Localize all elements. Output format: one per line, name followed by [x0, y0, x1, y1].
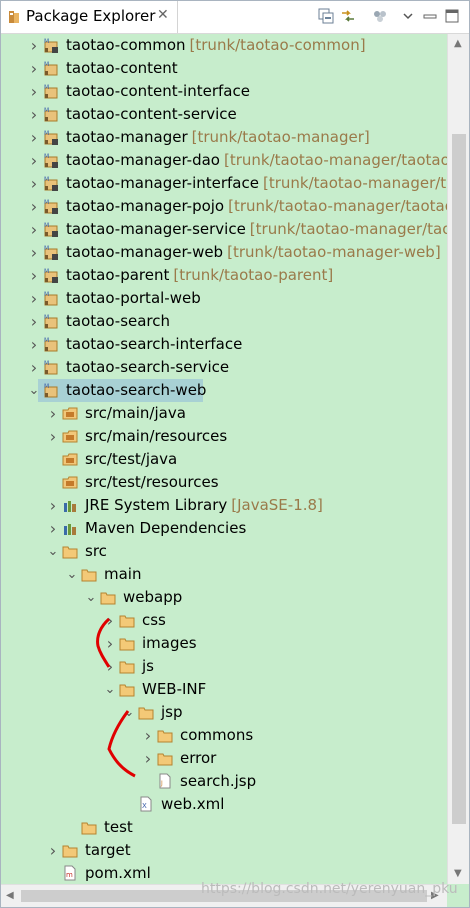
watermark: https://blog.csdn.net/yerenyuan_pku: [201, 881, 458, 897]
package-explorer-view: Package Explorer ✕ › Mtaotao-common [trun: [0, 0, 470, 908]
red-bracket-annotations: [96, 617, 136, 778]
